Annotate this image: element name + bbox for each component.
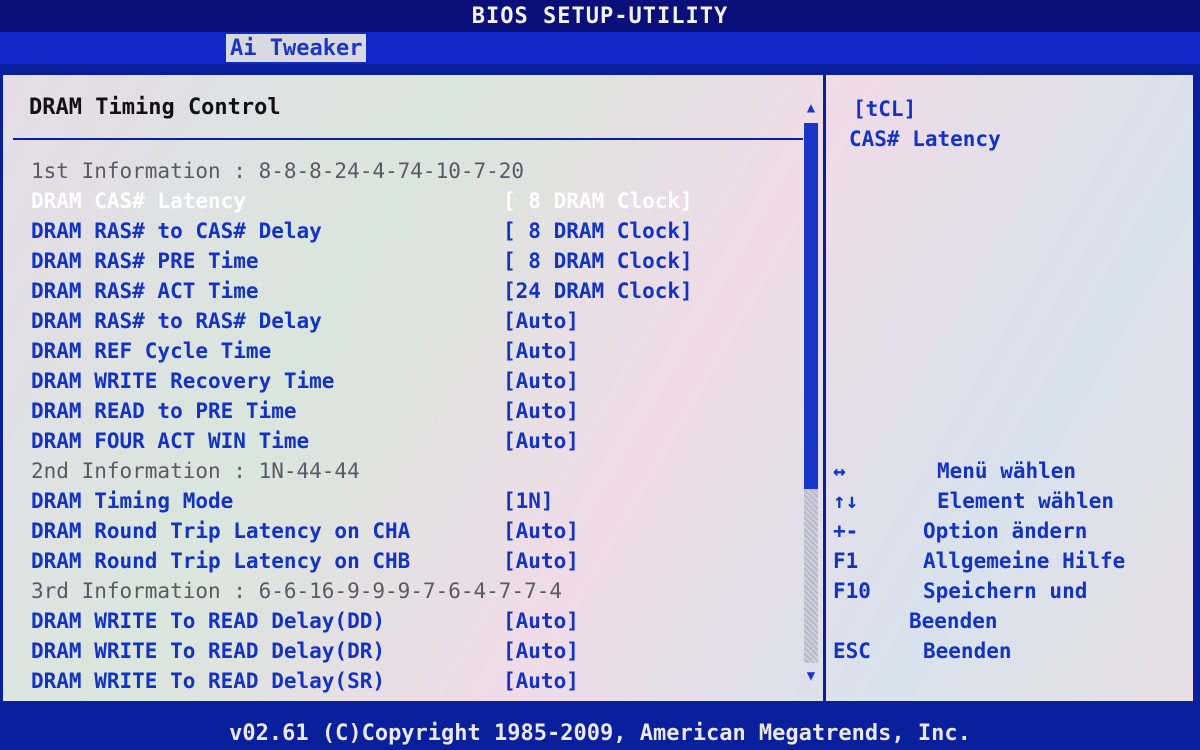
info-row: 1st Information : 8-8-8-24-4-74-10-7-20: [31, 156, 801, 186]
setting-label: DRAM CAS# Latency: [31, 189, 246, 213]
setting-label: DRAM WRITE To READ Delay(DR): [31, 639, 386, 663]
setting-value[interactable]: [Auto]: [503, 306, 579, 336]
key-legend-row: ↑↓ Element wählen: [833, 486, 1189, 516]
menu-bar: Ai Tweaker: [0, 32, 1200, 64]
setting-row-write-to-read-dr[interactable]: DRAM WRITE To READ Delay(DR) [Auto]: [31, 636, 801, 666]
key-description: Allgemeine Hilfe: [923, 549, 1126, 573]
key-description: Menü wählen: [937, 459, 1077, 483]
setting-value[interactable]: [ 8 DRAM Clock]: [503, 216, 693, 246]
info-label: 1st Information : 8-8-8-24-4-74-10-7-20: [31, 159, 525, 183]
setting-label: DRAM Round Trip Latency on CHB: [31, 549, 411, 573]
setting-row-ras-pre-time[interactable]: DRAM RAS# PRE Time [ 8 DRAM Clock]: [31, 246, 801, 276]
copyright-footer: v02.61 (C)Copyright 1985-2009, American …: [229, 721, 971, 746]
key-legend-row: F10 Speichern und: [833, 576, 1189, 606]
setting-label: DRAM FOUR ACT WIN Time: [31, 429, 310, 453]
setting-value[interactable]: [Auto]: [503, 426, 579, 456]
section-title: DRAM Timing Control: [29, 95, 281, 120]
key-legend-row: ↔ Menü wählen: [833, 456, 1189, 486]
info-label: 3rd Information : 6-6-16-9-9-9-7-6-4-7-7…: [31, 579, 563, 603]
key-legend: ↔ Menü wählen ↑↓ Element wählen +- Option ä…: [833, 456, 1189, 666]
setting-value[interactable]: [Auto]: [503, 546, 579, 576]
setting-label: DRAM Timing Mode: [31, 489, 234, 513]
setting-label: DRAM Round Trip Latency on CHA: [31, 519, 411, 543]
setting-row-read-to-pre-time[interactable]: DRAM READ to PRE Time [Auto]: [31, 396, 801, 426]
scroll-up-icon[interactable]: ▲: [803, 101, 819, 115]
setting-value[interactable]: [Auto]: [503, 606, 579, 636]
key-description: Beenden: [909, 609, 998, 633]
setting-label: DRAM READ to PRE Time: [31, 399, 297, 423]
setting-value[interactable]: [Auto]: [503, 636, 579, 666]
setting-row-ras-to-ras-delay[interactable]: DRAM RAS# to RAS# Delay [Auto]: [31, 306, 801, 336]
key-description: Speichern und: [923, 579, 1088, 603]
info-row: 2nd Information : 1N-44-44: [31, 456, 801, 486]
setting-row-cas-latency[interactable]: DRAM CAS# Latency [ 8 DRAM Clock]: [31, 186, 801, 216]
setting-value[interactable]: [Auto]: [503, 366, 579, 396]
scroll-down-icon[interactable]: ▼: [803, 669, 819, 683]
setting-label: DRAM WRITE Recovery Time: [31, 369, 335, 393]
key-label: F10: [833, 579, 871, 603]
setting-row-round-trip-chb[interactable]: DRAM Round Trip Latency on CHB [Auto]: [31, 546, 801, 576]
setting-label: DRAM WRITE To READ Delay(SR): [31, 669, 386, 693]
setting-value[interactable]: [Auto]: [503, 336, 579, 366]
setting-label: DRAM RAS# ACT Time: [31, 279, 259, 303]
key-legend-row: +- Option ändern: [833, 516, 1189, 546]
info-row: 3rd Information : 6-6-16-9-9-9-7-6-4-7-7…: [31, 576, 801, 606]
settings-list: 1st Information : 8-8-8-24-4-74-10-7-20 …: [31, 156, 801, 696]
settings-pane: DRAM Timing Control 1st Information : 8-…: [3, 75, 826, 701]
setting-value[interactable]: [24 DRAM Clock]: [503, 276, 693, 306]
key-label: +-: [833, 519, 859, 543]
left-right-arrows-icon: ↔: [833, 459, 846, 483]
window-title: BIOS SETUP-UTILITY: [0, 0, 1200, 32]
setting-value[interactable]: [ 8 DRAM Clock]: [503, 186, 693, 216]
setting-value[interactable]: [Auto]: [503, 516, 579, 546]
key-label: F1: [833, 549, 859, 573]
content-panel: DRAM Timing Control 1st Information : 8-…: [0, 72, 1196, 704]
setting-row-ref-cycle-time[interactable]: DRAM REF Cycle Time [Auto]: [31, 336, 801, 366]
setting-label: DRAM RAS# to CAS# Delay: [31, 219, 322, 243]
setting-value[interactable]: [Auto]: [503, 396, 579, 426]
up-down-arrows-icon: ↑↓: [833, 489, 859, 513]
tab-ai-tweaker[interactable]: Ai Tweaker: [226, 34, 367, 62]
key-description: Beenden: [923, 639, 1012, 663]
setting-label: DRAM WRITE To READ Delay(DD): [31, 609, 386, 633]
setting-label: DRAM REF Cycle Time: [31, 339, 272, 363]
setting-value[interactable]: [ 8 DRAM Clock]: [503, 246, 693, 276]
key-legend-row: F1 Allgemeine Hilfe: [833, 546, 1189, 576]
setting-row-round-trip-cha[interactable]: DRAM Round Trip Latency on CHA [Auto]: [31, 516, 801, 546]
setting-row-write-to-read-sr[interactable]: DRAM WRITE To READ Delay(SR) [Auto]: [31, 666, 801, 696]
divider: [13, 138, 803, 140]
setting-value[interactable]: [Auto]: [503, 666, 579, 696]
scrollbar-thumb[interactable]: [804, 123, 818, 489]
setting-row-write-to-read-dd[interactable]: DRAM WRITE To READ Delay(DD) [Auto]: [31, 606, 801, 636]
key-description: Element wählen: [937, 489, 1115, 513]
setting-row-write-recovery-time[interactable]: DRAM WRITE Recovery Time [Auto]: [31, 366, 801, 396]
setting-row-ras-to-cas-delay[interactable]: DRAM RAS# to CAS# Delay [ 8 DRAM Clock]: [31, 216, 801, 246]
setting-value[interactable]: [1N]: [503, 486, 554, 516]
key-description: Option ändern: [923, 519, 1088, 543]
scrollbar[interactable]: [804, 123, 818, 663]
help-title: [tCL]: [853, 97, 917, 121]
setting-label: DRAM RAS# to RAS# Delay: [31, 309, 322, 333]
help-description: CAS# Latency: [849, 127, 1001, 151]
setting-row-ras-act-time[interactable]: DRAM RAS# ACT Time [24 DRAM Clock]: [31, 276, 801, 306]
key-legend-row: ESC Beenden: [833, 636, 1189, 666]
help-pane: [tCL] CAS# Latency ↔ Menü wählen ↑↓ Elemen…: [827, 75, 1193, 701]
setting-row-four-act-win-time[interactable]: DRAM FOUR ACT WIN Time [Auto]: [31, 426, 801, 456]
setting-label: DRAM RAS# PRE Time: [31, 249, 259, 273]
key-legend-row: Beenden: [833, 606, 1189, 636]
setting-row-timing-mode[interactable]: DRAM Timing Mode [1N]: [31, 486, 801, 516]
key-label: ESC: [833, 639, 871, 663]
info-label: 2nd Information : 1N-44-44: [31, 459, 360, 483]
